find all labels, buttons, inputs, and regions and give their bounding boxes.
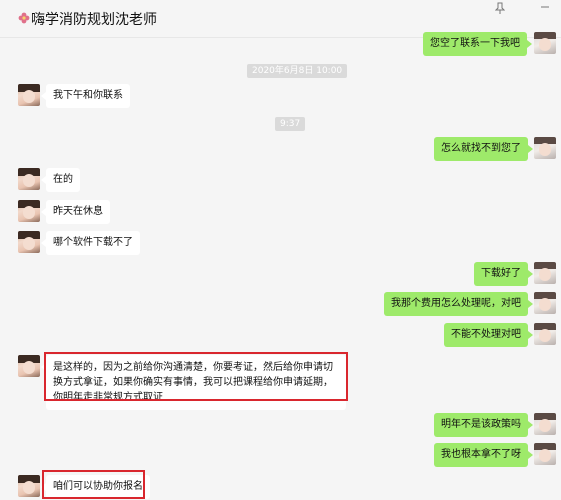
- message-bubble-outgoing: 下载好了: [474, 262, 533, 286]
- message-bubble-outgoing: 不能不处理对吧: [444, 323, 533, 347]
- avatar[interactable]: [534, 443, 556, 465]
- message-bubble-outgoing: 明年不是该政策吗: [434, 413, 533, 437]
- avatar[interactable]: [18, 200, 40, 222]
- message-bubble-outgoing: 我那个费用怎么处理呢，对吧: [384, 292, 533, 316]
- minimize-icon[interactable]: [538, 2, 552, 16]
- avatar[interactable]: [18, 168, 40, 190]
- avatar[interactable]: [18, 84, 40, 106]
- message-bubble-outgoing: 我也根本拿不了呀: [434, 443, 533, 467]
- avatar[interactable]: [18, 231, 40, 253]
- avatar[interactable]: [18, 475, 40, 497]
- message-bubble-incoming: 我下午和你联系: [41, 84, 130, 108]
- message-bubble-incoming: 哪个软件下载不了: [41, 231, 140, 255]
- red-highlight-box: [42, 470, 145, 499]
- pin-icon[interactable]: [493, 2, 507, 16]
- avatar[interactable]: [534, 292, 556, 314]
- red-highlight-box: [44, 352, 348, 401]
- timestamp: 9:37: [275, 117, 306, 131]
- avatar[interactable]: [18, 355, 40, 377]
- message-bubble-outgoing: 怎么就找不到您了: [434, 137, 533, 161]
- timestamp: 2020年6月8日 10:00: [247, 64, 348, 78]
- message-bubble-outgoing: 您空了联系一下我吧: [423, 32, 532, 56]
- avatar[interactable]: [534, 413, 556, 435]
- avatar[interactable]: [534, 262, 556, 284]
- chat-title: 嗨学消防规划沈老师: [31, 12, 157, 28]
- message-bubble-incoming: 在的: [41, 168, 80, 192]
- message-bubble-incoming: 昨天在休息: [41, 200, 110, 224]
- avatar[interactable]: [534, 137, 556, 159]
- avatar[interactable]: [534, 323, 556, 345]
- flower-icon: [18, 12, 30, 24]
- avatar[interactable]: [534, 32, 556, 54]
